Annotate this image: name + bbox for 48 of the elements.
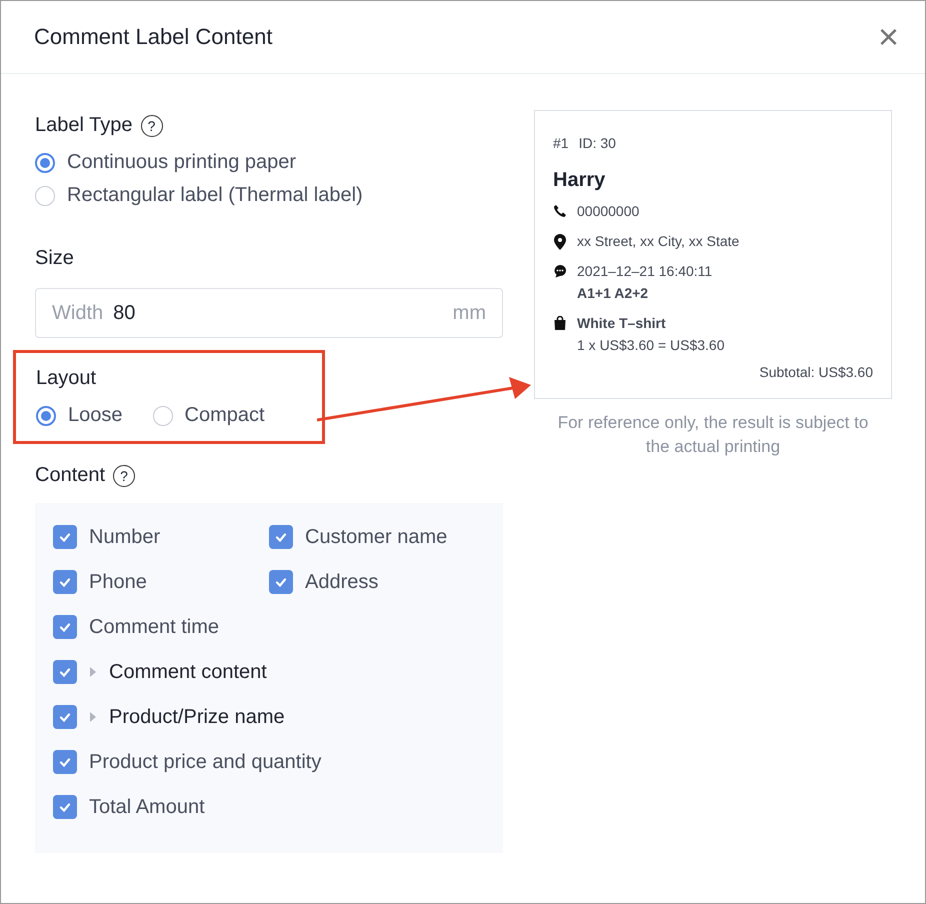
phone-icon [553,204,567,218]
option-label[interactable]: Address [305,570,378,594]
close-button[interactable]: × [874,19,903,55]
radio-option[interactable]: Rectangular label (Thermal label) [35,184,503,207]
caret-icon[interactable] [89,667,97,677]
option-label[interactable]: Phone [89,570,147,594]
checkbox[interactable] [53,750,77,774]
checkbox[interactable] [53,525,77,549]
width-field[interactable]: Width 80 mm [35,288,503,338]
help-icon[interactable]: ? [140,114,162,136]
preview-text: 2021–12–21 16:40:11 [577,262,712,281]
option-label[interactable]: Comment content [109,660,267,684]
section-heading: Content [35,464,106,487]
preview-text: xx Street, xx City, xx State [577,232,740,251]
section-heading: Label Type [35,114,132,137]
preview-note: For reference only, the result is subject to the actual printing [556,412,870,458]
caret-icon[interactable] [89,712,97,722]
help-icon[interactable]: ? [113,464,136,486]
checkbox[interactable] [269,570,293,594]
shopping-bag-icon [553,316,567,330]
preview-text: 00000000 [577,202,640,221]
order-id: ID: 30 [578,135,616,151]
checkbox[interactable] [53,570,77,594]
dialog-title: Comment Label Content [34,24,272,50]
checkbox[interactable] [53,705,77,729]
section-heading: Layout [36,367,96,390]
checkbox[interactable] [269,525,293,549]
customer-name: Harry [553,169,606,192]
preview-text: 1 x US$3.60 = US$3.60 [577,336,724,355]
preview-text: A1+1 A2+2 [577,284,650,303]
radio-option[interactable]: Compact [152,404,265,427]
option-label[interactable]: Product price and quantity [89,750,322,774]
preview-text: White T–shirt [577,314,667,333]
order-number: #1 [553,135,569,151]
option-label[interactable]: Comment time [89,616,220,638]
checkbox[interactable] [53,660,77,684]
option-label[interactable]: Total Amount [89,796,205,818]
checkbox[interactable] [53,795,77,819]
checkbox[interactable] [53,615,77,639]
option-label[interactable]: Product/Prize name [109,706,285,728]
radio-option[interactable]: Continuous printing paper [35,151,503,174]
subtotal-text: Subtotal: US$3.60 [758,364,873,380]
chat-bubble-icon [553,264,567,278]
map-pin-icon [554,234,566,250]
radio-option[interactable]: Loose [36,404,122,427]
option-label[interactable]: Number [89,526,160,548]
section-heading: Size [35,247,74,270]
option-label[interactable]: Customer name [305,526,448,548]
